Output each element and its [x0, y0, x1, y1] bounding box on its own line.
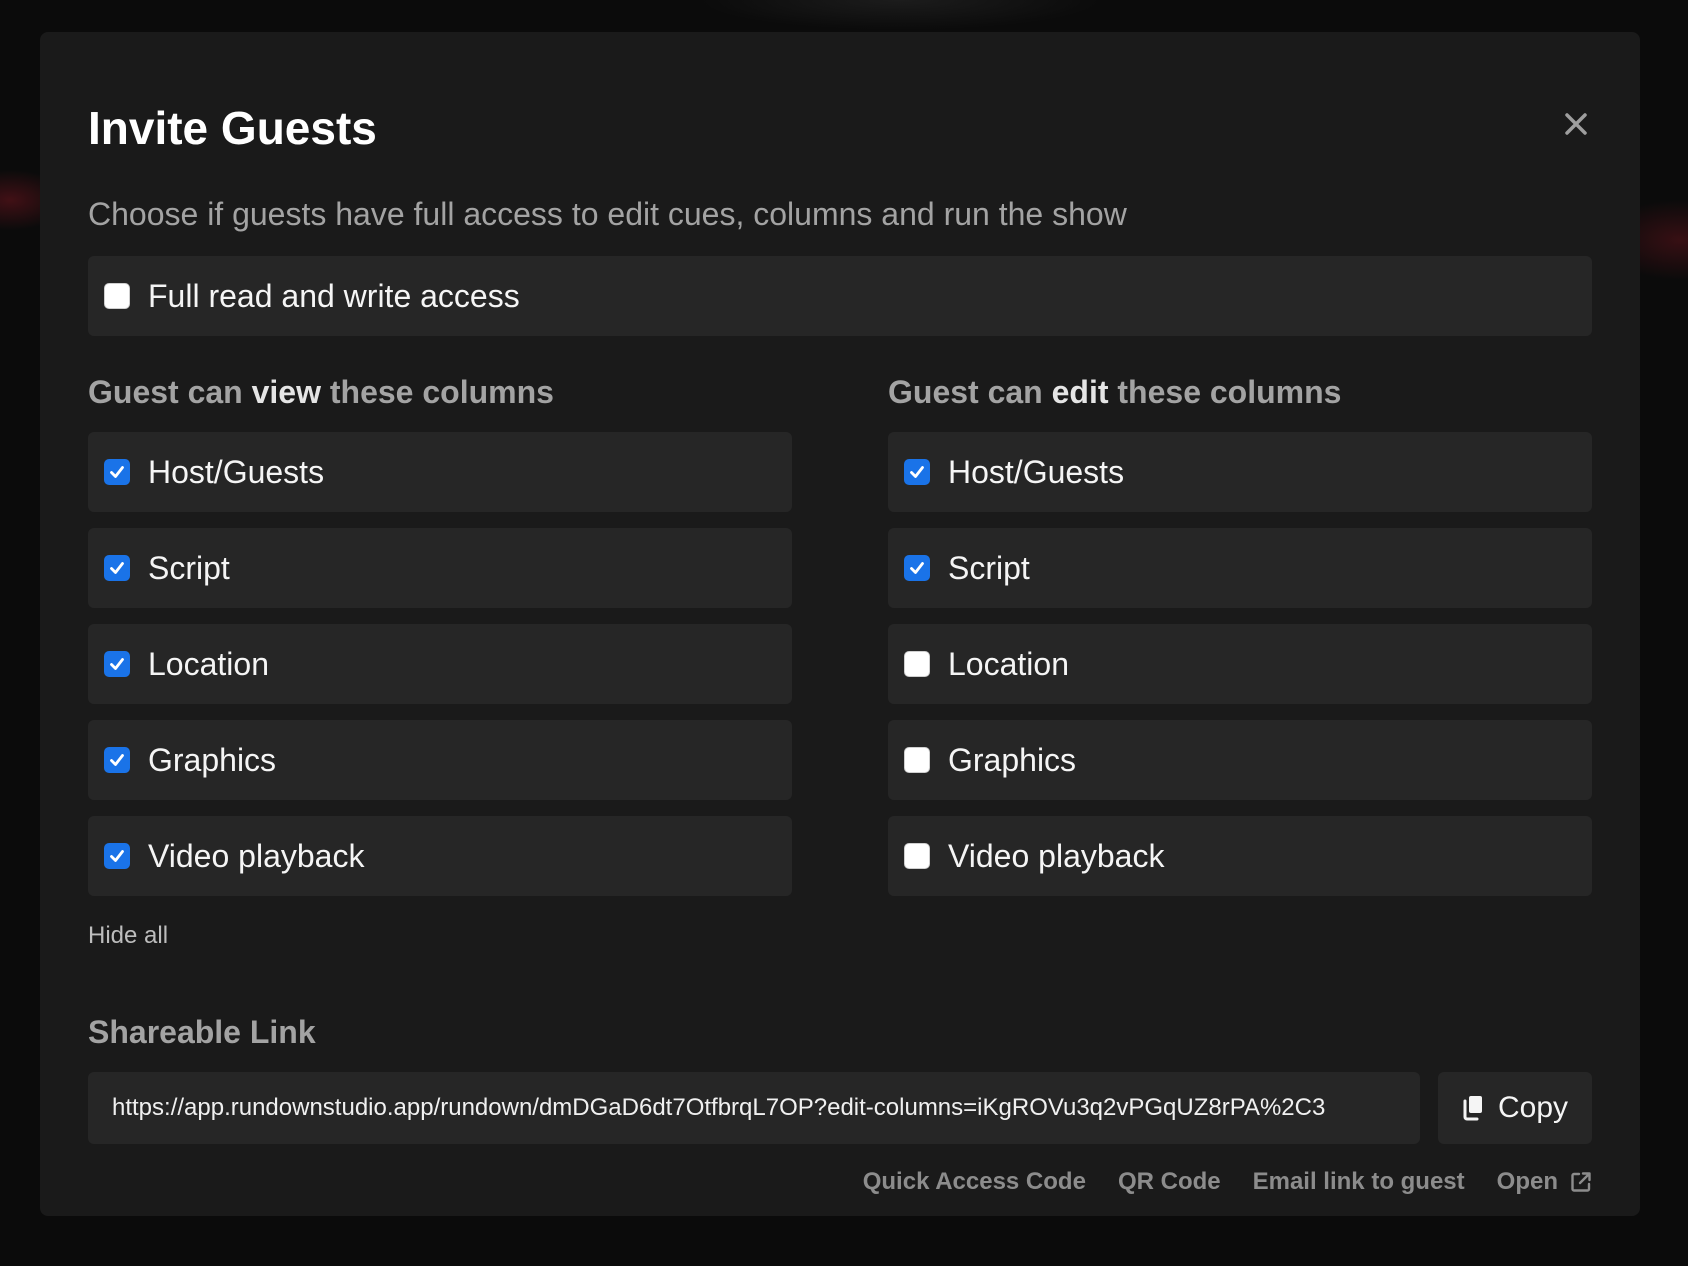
edit-columns-header: Guest can edit these columns [888, 374, 1342, 410]
view-column-label: Location [148, 645, 269, 682]
edit-video-playback-checkbox[interactable] [904, 843, 930, 869]
shareable-link-input[interactable] [88, 1072, 1420, 1144]
shareable-link-label: Shareable Link [88, 1014, 316, 1050]
view-script-checkbox[interactable] [104, 555, 130, 581]
qr-code-link[interactable]: QR Code [1118, 1168, 1221, 1196]
view-columns-header: Guest can view these columns [88, 374, 554, 410]
view-column-graphics[interactable]: Graphics [88, 720, 792, 800]
view-column-label: Host/Guests [148, 453, 325, 490]
open-link[interactable]: Open [1497, 1168, 1592, 1196]
quick-access-code-link[interactable]: Quick Access Code [863, 1168, 1086, 1196]
full-access-option[interactable]: Full read and write access [88, 256, 1592, 336]
view-graphics-checkbox[interactable] [104, 747, 130, 773]
edit-columns-list: Host/Guests Script Location Graphics Vid… [888, 432, 1592, 896]
invite-guests-dialog: Invite Guests Choose if guests have full… [40, 32, 1640, 1216]
edit-column-label: Script [948, 549, 1030, 586]
copy-icon [1463, 1096, 1482, 1121]
dialog-subtitle: Choose if guests have full access to edi… [88, 196, 1127, 232]
edit-host-guests-checkbox[interactable] [904, 459, 930, 485]
view-column-label: Graphics [148, 741, 277, 778]
full-access-checkbox[interactable] [104, 283, 130, 309]
view-columns-list: Host/Guests Script Location Graphics Vid… [88, 432, 792, 896]
view-column-host-guests[interactable]: Host/Guests [88, 432, 792, 512]
edit-location-checkbox[interactable] [904, 651, 930, 677]
hide-all-button[interactable]: Hide all [88, 922, 168, 950]
edit-column-graphics[interactable]: Graphics [888, 720, 1592, 800]
edit-column-host-guests[interactable]: Host/Guests [888, 432, 1592, 512]
copy-button[interactable]: Copy [1438, 1072, 1592, 1144]
edit-column-label: Host/Guests [948, 453, 1125, 490]
view-column-label: Video playback [148, 837, 365, 874]
share-options: Quick Access Code QR Code Email link to … [863, 1168, 1592, 1196]
open-label: Open [1496, 1168, 1558, 1195]
view-column-script[interactable]: Script [88, 528, 792, 608]
edit-script-checkbox[interactable] [904, 555, 930, 581]
edit-column-location[interactable]: Location [888, 624, 1592, 704]
edit-graphics-checkbox[interactable] [904, 747, 930, 773]
edit-column-label: Video playback [948, 837, 1165, 874]
dialog-title: Invite Guests [88, 102, 377, 154]
view-column-video-playback[interactable]: Video playback [88, 816, 792, 896]
close-icon [1565, 113, 1587, 135]
view-video-playback-checkbox[interactable] [104, 843, 130, 869]
external-link-icon [1571, 1172, 1591, 1192]
copy-label: Copy [1497, 1091, 1569, 1124]
edit-column-script[interactable]: Script [888, 528, 1592, 608]
close-button[interactable] [1560, 108, 1592, 140]
view-location-checkbox[interactable] [104, 651, 130, 677]
edit-column-label: Location [948, 645, 1069, 682]
email-link-to-guest-link[interactable]: Email link to guest [1253, 1168, 1465, 1196]
view-column-label: Script [148, 549, 230, 586]
view-column-location[interactable]: Location [88, 624, 792, 704]
edit-column-label: Graphics [948, 741, 1077, 778]
view-host-guests-checkbox[interactable] [104, 459, 130, 485]
full-access-label: Full read and write access [148, 277, 520, 314]
edit-column-video-playback[interactable]: Video playback [888, 816, 1592, 896]
